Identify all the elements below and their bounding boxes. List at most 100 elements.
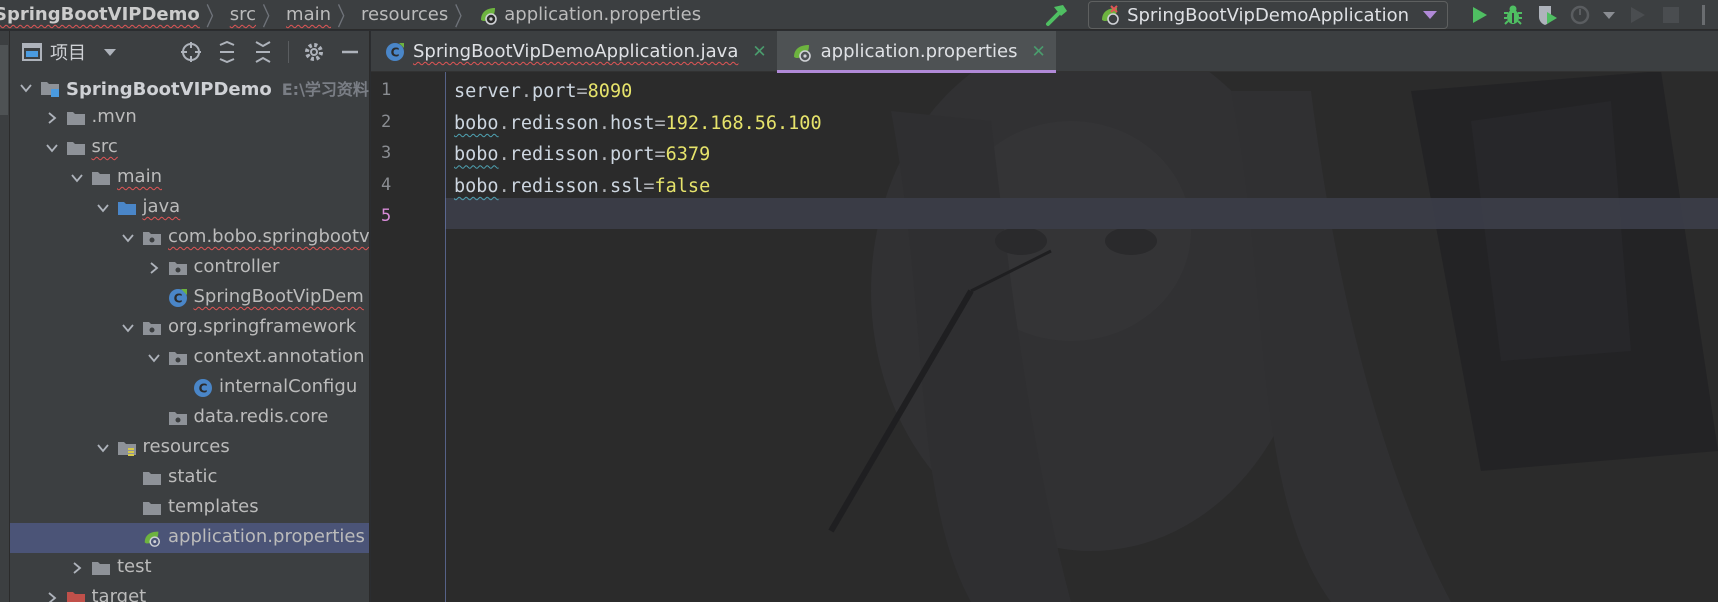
collapse-all-icon[interactable] [252, 41, 274, 63]
debug-button[interactable] [1496, 0, 1530, 29]
tree-item-springbootvipdemo[interactable]: SpringBootVIPDemo E:\学习资料\ [10, 73, 370, 103]
expand-all-icon[interactable] [216, 41, 238, 63]
close-icon[interactable]: ✕ [1031, 42, 1045, 62]
property-key-segment: bobo [454, 144, 499, 166]
editor-tabs: C SpringBootVipDemoApplication.java ✕ ap… [371, 31, 1718, 73]
tree-item-test[interactable]: test [10, 553, 369, 583]
project-tree: SpringBootVIPDemo E:\学习资料\ .mvn src main java… [10, 73, 370, 602]
run-button[interactable] [1462, 0, 1496, 29]
chevron-down-icon[interactable] [95, 200, 111, 216]
chevron-down-icon[interactable] [120, 320, 136, 336]
tree-item-springbootvipdem[interactable]: C SpringBootVipDem [10, 283, 369, 313]
code-operator: . [498, 144, 510, 166]
line-number: 4 [381, 174, 392, 195]
package-icon [143, 232, 161, 245]
chevron-down-icon[interactable] [44, 140, 60, 156]
project-tool-window-button[interactable] [0, 45, 8, 115]
navigation-bar: SpringBootVIPDemo 〉 src 〉 main 〉 resourc… [0, 0, 1718, 30]
chevron-down-icon[interactable] [18, 80, 34, 96]
run-configuration-label: SpringBootVipDemoApplication [1127, 4, 1409, 26]
tree-item-text: main [117, 166, 162, 187]
tree-item-text: test [117, 556, 152, 577]
line-number: 2 [381, 111, 392, 132]
property-key-segment: redisson [509, 175, 599, 197]
run-toolbar: SpringBootVipDemoApplication [1044, 0, 1718, 29]
tree-item-label: controller [194, 256, 280, 277]
tree-item-controller[interactable]: controller [10, 253, 369, 283]
java-class-icon: C [386, 42, 404, 61]
chevron-down-icon[interactable] [120, 230, 136, 246]
tree-item-label: target [92, 586, 147, 602]
breadcrumb-file-label: application.properties [504, 4, 702, 25]
gear-icon[interactable] [303, 41, 325, 63]
tree-item-target[interactable]: target [10, 583, 369, 602]
chevron-down-icon[interactable] [69, 170, 85, 186]
property-key-segment: port [609, 144, 655, 166]
close-icon[interactable]: ✕ [752, 42, 766, 62]
tree-item-static[interactable]: static [10, 463, 369, 493]
chevron-right-icon[interactable] [44, 110, 60, 126]
line-number: 5 [381, 206, 392, 226]
toolbar-separator [288, 41, 289, 63]
project-view-selector[interactable]: 项目 [22, 39, 116, 65]
chevron-down-icon[interactable] [146, 350, 162, 366]
tree-item-templates[interactable]: templates [10, 493, 369, 523]
code-line[interactable]: server. port = 8090 [454, 76, 822, 108]
breadcrumb-item-main[interactable]: main [286, 4, 331, 25]
tree-item-label: internalConfigu [219, 376, 357, 397]
project-window-icon [22, 43, 42, 61]
hide-panel-icon[interactable] [339, 41, 361, 63]
profile-button[interactable] [1564, 0, 1598, 29]
tree-item-src[interactable]: src [10, 133, 369, 163]
breadcrumb-project[interactable]: SpringBootVIPDemo [0, 4, 200, 25]
tree-item-java[interactable]: java [10, 193, 369, 223]
tree-item-main[interactable]: main [10, 163, 369, 193]
overflow-button[interactable] [1688, 0, 1718, 29]
package-icon [168, 262, 187, 275]
java-class-icon: C [194, 379, 212, 397]
folder-icon [92, 562, 110, 575]
property-key-segment: bobo [454, 112, 499, 134]
debug-icon [1504, 5, 1522, 25]
tree-item-label: SpringBootVIPDemo E:\学习资料\ [66, 76, 370, 100]
code-line[interactable]: bobo. redisson. port = 6379 [454, 139, 822, 171]
tree-item-path: E:\学习资料\ [281, 80, 370, 99]
tree-item-application-properties[interactable]: application.properties [10, 523, 369, 553]
chevron-right-icon[interactable] [146, 260, 162, 276]
code-operator: = [576, 81, 588, 103]
breadcrumb-item-resources[interactable]: resources [361, 4, 448, 25]
code-line[interactable]: bobo. redisson. host = 192.168.56.100 [454, 108, 822, 140]
tab-springbootvipdemoapplication-java[interactable]: C SpringBootVipDemoApplication.java ✕ [371, 31, 777, 72]
tree-item-resources[interactable]: resources [10, 433, 369, 463]
tree-item-internalconfigu[interactable]: CinternalConfigu [10, 373, 369, 403]
line-number-gutter[interactable]: 1 2 3 4 5 [371, 72, 446, 602]
property-key-segment: port [531, 81, 577, 103]
line-number: 3 [381, 143, 392, 163]
build-hammer-icon[interactable] [1044, 2, 1070, 28]
chevron-right-icon[interactable] [44, 590, 60, 602]
more-run-options-button[interactable] [1598, 0, 1620, 29]
code-line[interactable]: bobo. redisson. ssl = false [454, 171, 822, 203]
tree-item-context-annotation[interactable]: context.annotation [10, 343, 369, 373]
chevron-right-icon[interactable] [69, 560, 85, 576]
tree-item-data-redis-core[interactable]: data.redis.core [10, 403, 369, 433]
run-configuration-selector[interactable]: SpringBootVipDemoApplication [1088, 1, 1448, 29]
breadcrumb-item-file[interactable]: application.properties [478, 4, 701, 25]
breadcrumb-item-src[interactable]: src [230, 4, 256, 25]
coverage-button[interactable] [1530, 0, 1564, 29]
attach-button[interactable] [1620, 0, 1654, 29]
chevron-down-icon[interactable] [95, 440, 111, 456]
property-key-segment: ssl [609, 175, 644, 197]
spring-properties-icon [793, 44, 811, 62]
package-icon [168, 412, 187, 425]
tree-item-com-bobo-springbootv[interactable]: com.bobo.springbootv [10, 223, 369, 253]
stop-button[interactable] [1654, 0, 1688, 29]
locate-icon[interactable] [180, 41, 202, 63]
code-content[interactable]: server. port = 8090 bobo. redisson. host = 192.1… [454, 72, 822, 234]
code-operator: . [598, 175, 610, 197]
tab-application-properties[interactable]: application.properties ✕ [776, 31, 1056, 73]
code-line[interactable] [454, 202, 822, 234]
tree-item-mvn[interactable]: .mvn [10, 103, 369, 133]
excluded-folder-icon [66, 592, 85, 602]
tree-item-org-springframework[interactable]: org.springframework [10, 313, 369, 343]
